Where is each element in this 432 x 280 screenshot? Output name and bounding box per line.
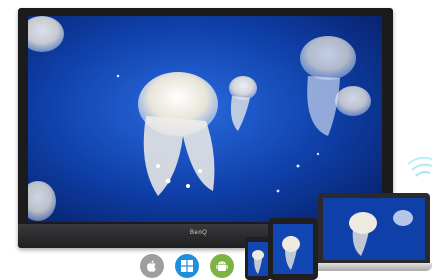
laptop-device bbox=[310, 193, 432, 275]
tablet-device bbox=[268, 218, 318, 280]
phone-screen bbox=[248, 242, 268, 276]
jellyfish-photo bbox=[28, 16, 382, 222]
phone-jellyfish-image bbox=[248, 242, 268, 276]
laptop-jellyfish-image bbox=[323, 198, 425, 260]
apple-icon bbox=[140, 254, 164, 278]
laptop-lid bbox=[318, 193, 430, 263]
android-glyph bbox=[216, 261, 228, 271]
tablet-jellyfish-image bbox=[273, 224, 313, 274]
windows-glyph bbox=[181, 260, 193, 272]
wifi-icon bbox=[407, 156, 432, 177]
laptop-base bbox=[310, 263, 432, 271]
phone-device bbox=[245, 237, 271, 280]
jellyfish-screen-image bbox=[28, 16, 382, 222]
windows-icon bbox=[175, 254, 199, 278]
brand-logo: BenQ bbox=[190, 230, 208, 236]
apple-glyph bbox=[147, 260, 156, 272]
android-icon bbox=[210, 254, 234, 278]
tablet-screen bbox=[273, 224, 313, 274]
laptop-screen bbox=[323, 198, 425, 260]
